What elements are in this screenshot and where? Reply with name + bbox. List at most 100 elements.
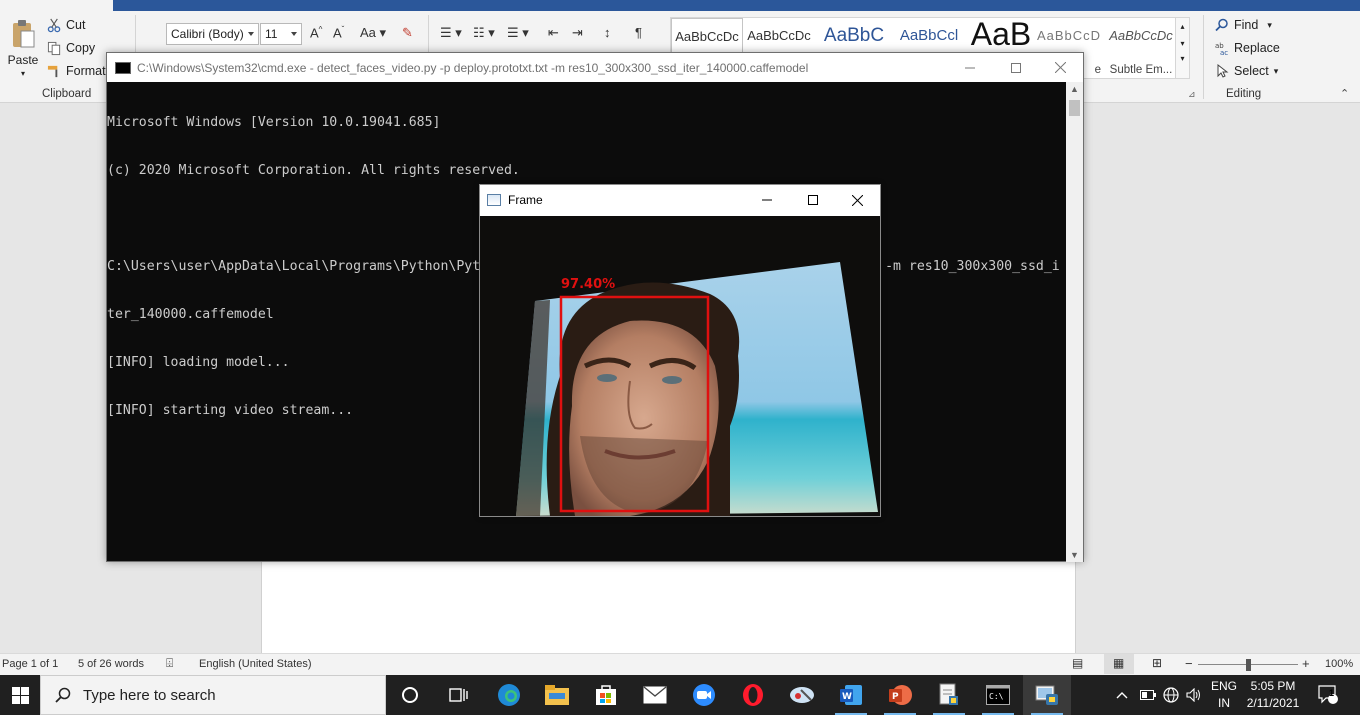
- notepad-taskbar-button[interactable]: [925, 675, 973, 715]
- styles-dialog-launcher-icon[interactable]: ⊿: [1188, 89, 1196, 100]
- store-button[interactable]: [582, 675, 630, 715]
- decrease-indent-icon[interactable]: ⇤: [548, 25, 559, 41]
- svg-text:C:\: C:\: [989, 692, 1004, 701]
- zoom-out-button[interactable]: −: [1185, 656, 1193, 671]
- svg-text:ac: ac: [1220, 49, 1228, 55]
- clear-formatting-icon[interactable]: ✎: [402, 25, 413, 41]
- read-mode-icon[interactable]: ▤: [1072, 656, 1083, 670]
- chevron-up-icon[interactable]: ▲: [1070, 84, 1079, 94]
- format-painter-button[interactable]: Format: [47, 61, 106, 81]
- shrink-font-icon[interactable]: Aˇ: [333, 25, 344, 40]
- maximize-button[interactable]: [993, 53, 1039, 82]
- snipping-tool-button[interactable]: [778, 675, 826, 715]
- style-sample: AaBbC: [823, 25, 885, 46]
- font-size-dropdown[interactable]: 11: [260, 23, 302, 45]
- sort-icon[interactable]: ↕: [604, 25, 611, 40]
- show-marks-icon[interactable]: ¶: [635, 25, 642, 40]
- paste-label: Paste: [7, 53, 39, 67]
- home-tab-stub[interactable]: [0, 0, 113, 11]
- powerpoint-icon: P: [889, 685, 912, 705]
- task-view-button[interactable]: [434, 675, 482, 715]
- network-globe-icon[interactable]: [1163, 675, 1179, 715]
- word-count[interactable]: 5 of 26 words: [78, 658, 144, 670]
- zoom-in-button[interactable]: +: [1302, 656, 1310, 671]
- font-name-dropdown[interactable]: Calibri (Body): [166, 23, 259, 45]
- taskbar-search-box[interactable]: Type here to search: [40, 675, 386, 715]
- chevron-down-icon: [291, 32, 297, 36]
- powerpoint-taskbar-button[interactable]: P: [876, 675, 924, 715]
- select-button[interactable]: Select ▾: [1215, 61, 1278, 81]
- input-language[interactable]: ENG IN: [1208, 678, 1240, 712]
- grow-font-icon[interactable]: A^: [310, 25, 322, 40]
- copy-button[interactable]: Copy: [47, 38, 95, 58]
- cmd-scrollbar[interactable]: ▲ ▼: [1066, 82, 1083, 562]
- cmd-title-bar[interactable]: C:\Windows\System32\cmd.exe - detect_fac…: [107, 53, 1083, 82]
- store-icon: [596, 685, 616, 705]
- replace-button[interactable]: ab ac Replace: [1215, 38, 1280, 58]
- find-label: Find: [1234, 18, 1259, 32]
- keyboard-region: IN: [1218, 696, 1230, 710]
- clock-date: 2/11/2021: [1246, 696, 1300, 710]
- snipping-icon: [790, 687, 814, 703]
- collapse-ribbon-icon[interactable]: ⌃: [1340, 87, 1349, 100]
- bullets-icon[interactable]: ☰ ▾: [440, 25, 462, 41]
- increase-indent-icon[interactable]: ⇥: [572, 25, 583, 41]
- file-explorer-icon: [545, 685, 569, 705]
- minimize-button[interactable]: [947, 53, 993, 82]
- language-status[interactable]: English (United States): [199, 658, 312, 670]
- paste-icon: [13, 20, 35, 48]
- chevron-up-icon[interactable]: ▴: [1176, 22, 1189, 31]
- zoom-button[interactable]: [680, 675, 728, 715]
- format-painter-icon: [47, 65, 58, 77]
- start-button[interactable]: [0, 675, 40, 715]
- mail-button[interactable]: [631, 675, 679, 715]
- frame-title-bar[interactable]: Frame: [480, 185, 880, 215]
- cortana-button[interactable]: [386, 675, 434, 715]
- numbering-icon[interactable]: ☷ ▾: [473, 25, 495, 41]
- change-case-icon[interactable]: Aa ▾: [360, 25, 386, 41]
- print-layout-icon[interactable]: ▦: [1104, 654, 1134, 674]
- battery-icon[interactable]: [1140, 675, 1156, 715]
- action-center-button[interactable]: 1: [1318, 675, 1340, 715]
- proofing-icon[interactable]: ⌹: [166, 656, 173, 671]
- python-taskbar-button[interactable]: [1023, 675, 1071, 715]
- word-taskbar-button[interactable]: W: [827, 675, 875, 715]
- close-button[interactable]: [1037, 53, 1083, 82]
- multilevel-list-icon[interactable]: ☰ ▾: [507, 25, 529, 41]
- cmd-taskbar-button[interactable]: C:\: [974, 675, 1022, 715]
- zoom-icon: [693, 684, 715, 706]
- cut-button[interactable]: Cut: [47, 15, 85, 35]
- word-icon: W: [840, 685, 862, 705]
- cmd-title: C:\Windows\System32\cmd.exe - detect_fac…: [137, 60, 809, 75]
- volume-icon[interactable]: [1186, 675, 1202, 715]
- minimize-button[interactable]: [744, 185, 790, 215]
- scrollbar-thumb[interactable]: [1069, 100, 1080, 116]
- language-code: ENG: [1210, 679, 1237, 693]
- paste-button[interactable]: Paste ▾: [4, 17, 42, 83]
- zoom-level[interactable]: 100%: [1325, 658, 1353, 670]
- find-button[interactable]: Find ▾: [1215, 15, 1272, 35]
- zoom-slider-thumb[interactable]: [1246, 659, 1251, 671]
- style-subtle-emphasis[interactable]: AaBbCcDc Subtle Em...: [1105, 18, 1177, 78]
- close-button[interactable]: [834, 185, 880, 215]
- chevron-down-icon[interactable]: ▾: [1176, 39, 1189, 48]
- chevron-down-icon: ▾: [20, 69, 25, 78]
- edge-button[interactable]: [485, 675, 533, 715]
- taskbar-clock[interactable]: 5:05 PM 2/11/2021: [1240, 678, 1306, 712]
- cortana-icon: [402, 687, 418, 703]
- notification-count: 1: [1329, 688, 1335, 698]
- file-explorer-button[interactable]: [533, 675, 581, 715]
- ribbon-separator: [1203, 15, 1204, 99]
- web-layout-icon[interactable]: ⊞: [1152, 656, 1162, 670]
- chevron-down-icon[interactable]: ▼: [1070, 550, 1079, 560]
- replace-label: Replace: [1234, 41, 1280, 55]
- show-hidden-icons-icon[interactable]: [1116, 675, 1128, 715]
- maximize-button[interactable]: [790, 185, 836, 215]
- more-styles-icon[interactable]: ▾: [1176, 54, 1189, 63]
- page-count[interactable]: Page 1 of 1: [2, 658, 58, 670]
- opera-button[interactable]: [729, 675, 777, 715]
- style-sample: AaBbCcDc: [675, 29, 739, 44]
- frame-title: Frame: [508, 193, 543, 207]
- styles-scroll[interactable]: ▴ ▾ ▾: [1175, 18, 1189, 78]
- frame-window[interactable]: Frame 97.40%: [479, 184, 881, 517]
